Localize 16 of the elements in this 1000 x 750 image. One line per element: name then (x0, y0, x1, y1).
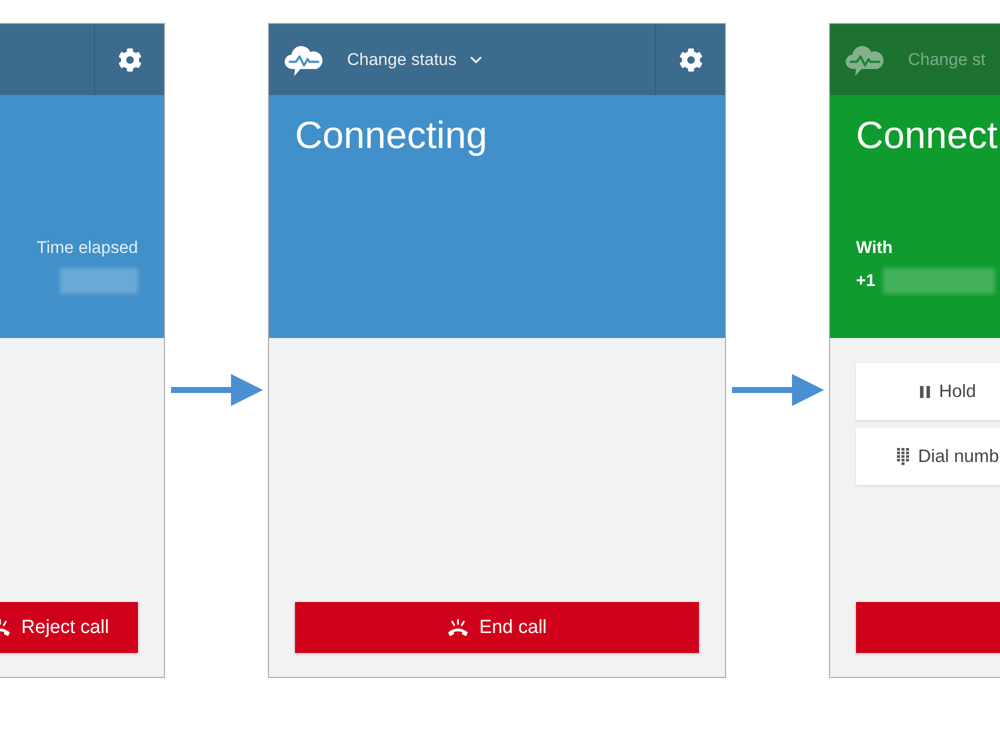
settings-icon (678, 48, 702, 72)
info-label: With (856, 238, 893, 258)
status-title: Connecting (295, 115, 488, 159)
phone-prefix: +1 (856, 271, 876, 291)
keypad-icon (896, 448, 909, 465)
reject-call-button[interactable]: Reject call (0, 602, 138, 653)
settings-icon (118, 48, 142, 72)
arrow-right-icon (170, 373, 262, 407)
action-button[interactable]: Hold (856, 363, 1000, 420)
action-button[interactable]: Dial numb (856, 428, 1000, 485)
status-menu[interactable]: Change status (347, 50, 485, 70)
status-title: Connect (856, 115, 998, 159)
end-call-button[interactable]: End call (295, 602, 699, 653)
arrow-right-icon (732, 373, 824, 407)
info-label: Time elapsed (36, 238, 138, 258)
pause-icon (920, 386, 930, 398)
